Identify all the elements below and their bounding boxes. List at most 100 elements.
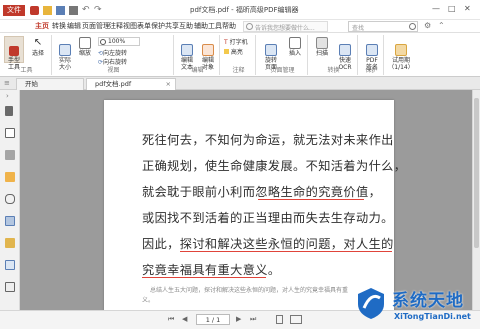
page-thumbnails-icon[interactable] bbox=[5, 128, 15, 138]
menu-share[interactable]: 共享 bbox=[165, 21, 179, 32]
first-page-icon[interactable]: ⏮ bbox=[168, 315, 174, 324]
collapse-ribbon-icon[interactable]: ⌃ bbox=[438, 21, 445, 30]
settings-gear-icon[interactable]: ⚙ bbox=[424, 21, 431, 30]
paragraph-line-2: 正确规划，使生命健康发展。不知活着为什么， bbox=[142, 159, 407, 173]
tab-document-label: pdf文档.pdf bbox=[95, 80, 132, 88]
ribbon-toolbar: 手型 工具 ↖ 选择 工具 实际 大小 缩放 100% ⟲向左旋转 ⟳向右旋转 视… bbox=[0, 33, 480, 77]
ribbon-group-convert: 扫描 快速 OCR 转换 bbox=[310, 35, 358, 75]
menu-help-each[interactable]: 互助 bbox=[179, 21, 193, 32]
file-menu-button[interactable]: 文件 bbox=[3, 5, 25, 16]
rotate-pages-button[interactable]: 旋转 页面 bbox=[260, 37, 282, 71]
pdf-page: 死往何去，不知何为命运，就无法对未来作出 正确规划，使生命健康发展。不知活着为什… bbox=[104, 100, 406, 310]
watermark-url: XiTongTianDi.net bbox=[394, 312, 471, 321]
menu-view[interactable]: 视图 bbox=[123, 21, 137, 32]
insert-page-button[interactable]: 插入 bbox=[284, 37, 306, 57]
menu-page-manage[interactable]: 页面管理 bbox=[82, 21, 110, 32]
menu-convert[interactable]: 转换 bbox=[52, 21, 66, 32]
tell-me-search[interactable]: 告诉我您想要做什么... bbox=[243, 21, 328, 32]
edit-text-button[interactable]: 编辑 文本 bbox=[177, 37, 197, 71]
menu-accessibility[interactable]: 辅助工具 bbox=[194, 21, 222, 32]
page-view-button[interactable]: 缩放 bbox=[76, 37, 94, 57]
highlight-button[interactable]: 高亮 bbox=[224, 47, 243, 56]
tab-start[interactable]: 开始 bbox=[16, 78, 84, 90]
form-fields-icon[interactable] bbox=[5, 260, 15, 270]
ribbon-group-edit: 编辑 文本 编辑 对象 编辑 bbox=[176, 35, 220, 75]
hand-tool-button[interactable]: 手型 工具 bbox=[4, 36, 24, 71]
tab-close-icon[interactable]: × bbox=[166, 79, 171, 90]
page-number-field[interactable]: 1 / 1 bbox=[196, 314, 230, 325]
group-label-convert: 转换 bbox=[327, 67, 340, 74]
prev-page-icon[interactable]: ◀ bbox=[182, 315, 187, 323]
group-label-tools: 工具 bbox=[20, 67, 33, 74]
insert-page-icon bbox=[289, 37, 301, 49]
find-box[interactable]: 查找 bbox=[348, 21, 418, 32]
close-button[interactable]: ✕ bbox=[464, 4, 471, 13]
menu-edit[interactable]: 编辑 bbox=[67, 21, 81, 32]
panel-expand-icon[interactable]: › bbox=[6, 92, 9, 100]
annotation-underline-1[interactable] bbox=[258, 199, 364, 200]
attachment-icon[interactable] bbox=[5, 194, 15, 204]
comments-icon[interactable] bbox=[5, 172, 15, 182]
single-page-view-icon[interactable] bbox=[276, 315, 283, 324]
group-label-protect: 保护 bbox=[365, 67, 378, 74]
menu-comment[interactable]: 注释 bbox=[109, 21, 123, 32]
open-icon[interactable] bbox=[43, 6, 52, 15]
security-lock-icon[interactable] bbox=[5, 238, 15, 248]
ribbon-group-view: 实际 大小 缩放 100% ⟲向左旋转 ⟳向右旋转 视图 bbox=[54, 35, 174, 75]
tab-bar-menu-icon[interactable]: ≡ bbox=[4, 79, 10, 87]
zoom-dropdown[interactable]: 100% bbox=[98, 37, 140, 46]
scrollbar-thumb[interactable] bbox=[474, 98, 479, 248]
pen-sign-icon bbox=[366, 44, 378, 56]
menu-form[interactable]: 表单 bbox=[137, 21, 151, 32]
paragraph-line-1: 死往何去，不知何为命运，就无法对未来作出 bbox=[142, 133, 394, 147]
layers-icon[interactable] bbox=[5, 150, 15, 160]
maximize-button[interactable]: □ bbox=[448, 4, 456, 13]
annotation-underline-3[interactable] bbox=[142, 277, 266, 278]
quick-ocr-button[interactable]: 快速 OCR bbox=[334, 37, 356, 71]
menu-protect[interactable]: 保护 bbox=[151, 21, 165, 32]
two-page-view-icon[interactable] bbox=[290, 315, 302, 324]
zoom-icon bbox=[100, 39, 106, 45]
ribbon-group-comment: T 打字机 高亮 注释 bbox=[222, 35, 256, 75]
menu-bar: 主页 转换 编辑 页面管理 注释 视图 表单 保护 共享 互助 辅助工具 帮助 … bbox=[0, 20, 480, 33]
next-page-icon[interactable]: ▶ bbox=[236, 315, 241, 323]
tab-document[interactable]: pdf文档.pdf × bbox=[86, 78, 176, 90]
trial-button[interactable]: 试用期 （1/14） bbox=[388, 37, 414, 71]
tag-icon[interactable] bbox=[5, 282, 15, 292]
highlight-icon bbox=[224, 49, 229, 54]
ocr-icon bbox=[339, 44, 351, 56]
pdf-sign-button[interactable]: PDF 签名 bbox=[361, 37, 383, 71]
save-icon[interactable] bbox=[56, 6, 65, 15]
print-icon[interactable] bbox=[69, 6, 78, 15]
select-tool-button[interactable]: ↖ 选择 bbox=[28, 37, 48, 57]
redo-icon[interactable]: ↷ bbox=[94, 6, 103, 15]
page-view-icon bbox=[79, 37, 91, 49]
last-page-icon[interactable]: ⏭ bbox=[250, 315, 256, 324]
edit-object-icon bbox=[202, 44, 214, 56]
rotate-pages-icon bbox=[265, 44, 277, 56]
scan-button[interactable]: 扫描 bbox=[311, 37, 333, 57]
typewriter-button[interactable]: T 打字机 bbox=[224, 37, 248, 46]
annotation-underline-2[interactable] bbox=[180, 251, 392, 252]
menu-help[interactable]: 帮助 bbox=[222, 21, 236, 32]
minimize-button[interactable]: — bbox=[432, 4, 440, 13]
hand-icon bbox=[9, 46, 19, 56]
paragraph-line-3: 就会耽于眼前小利而忽略生命的究竟价值， bbox=[142, 185, 382, 199]
trial-icon bbox=[395, 44, 407, 56]
document-view[interactable]: 死往何去，不知何为命运，就无法对未来作出 正确规划，使生命健康发展。不知活着为什… bbox=[20, 90, 472, 310]
undo-icon[interactable]: ↶ bbox=[82, 6, 91, 15]
menu-home[interactable]: 主页 bbox=[35, 21, 49, 32]
signature-icon[interactable] bbox=[5, 216, 15, 226]
vertical-scrollbar[interactable] bbox=[472, 90, 480, 310]
rotate-left-button[interactable]: ⟲向左旋转 bbox=[98, 48, 127, 57]
rotate-right-button[interactable]: ⟳向右旋转 bbox=[98, 57, 127, 66]
watermark-logo: 系统天地 XiTongTianDi.net bbox=[356, 282, 480, 329]
actual-size-button[interactable]: 实际 大小 bbox=[56, 37, 74, 71]
paragraph-line-5: 因此，探讨和解决这些永恒的问题，对人生的 bbox=[142, 237, 394, 251]
bookmark-icon[interactable] bbox=[5, 106, 13, 116]
app-logo-icon bbox=[30, 6, 39, 15]
group-label-view: 视图 bbox=[107, 67, 120, 74]
edit-object-button[interactable]: 编辑 对象 bbox=[198, 37, 218, 71]
window-title: pdf文档.pdf - 福昕高级PDF编辑器 bbox=[190, 6, 299, 14]
search-icon[interactable] bbox=[409, 23, 416, 30]
